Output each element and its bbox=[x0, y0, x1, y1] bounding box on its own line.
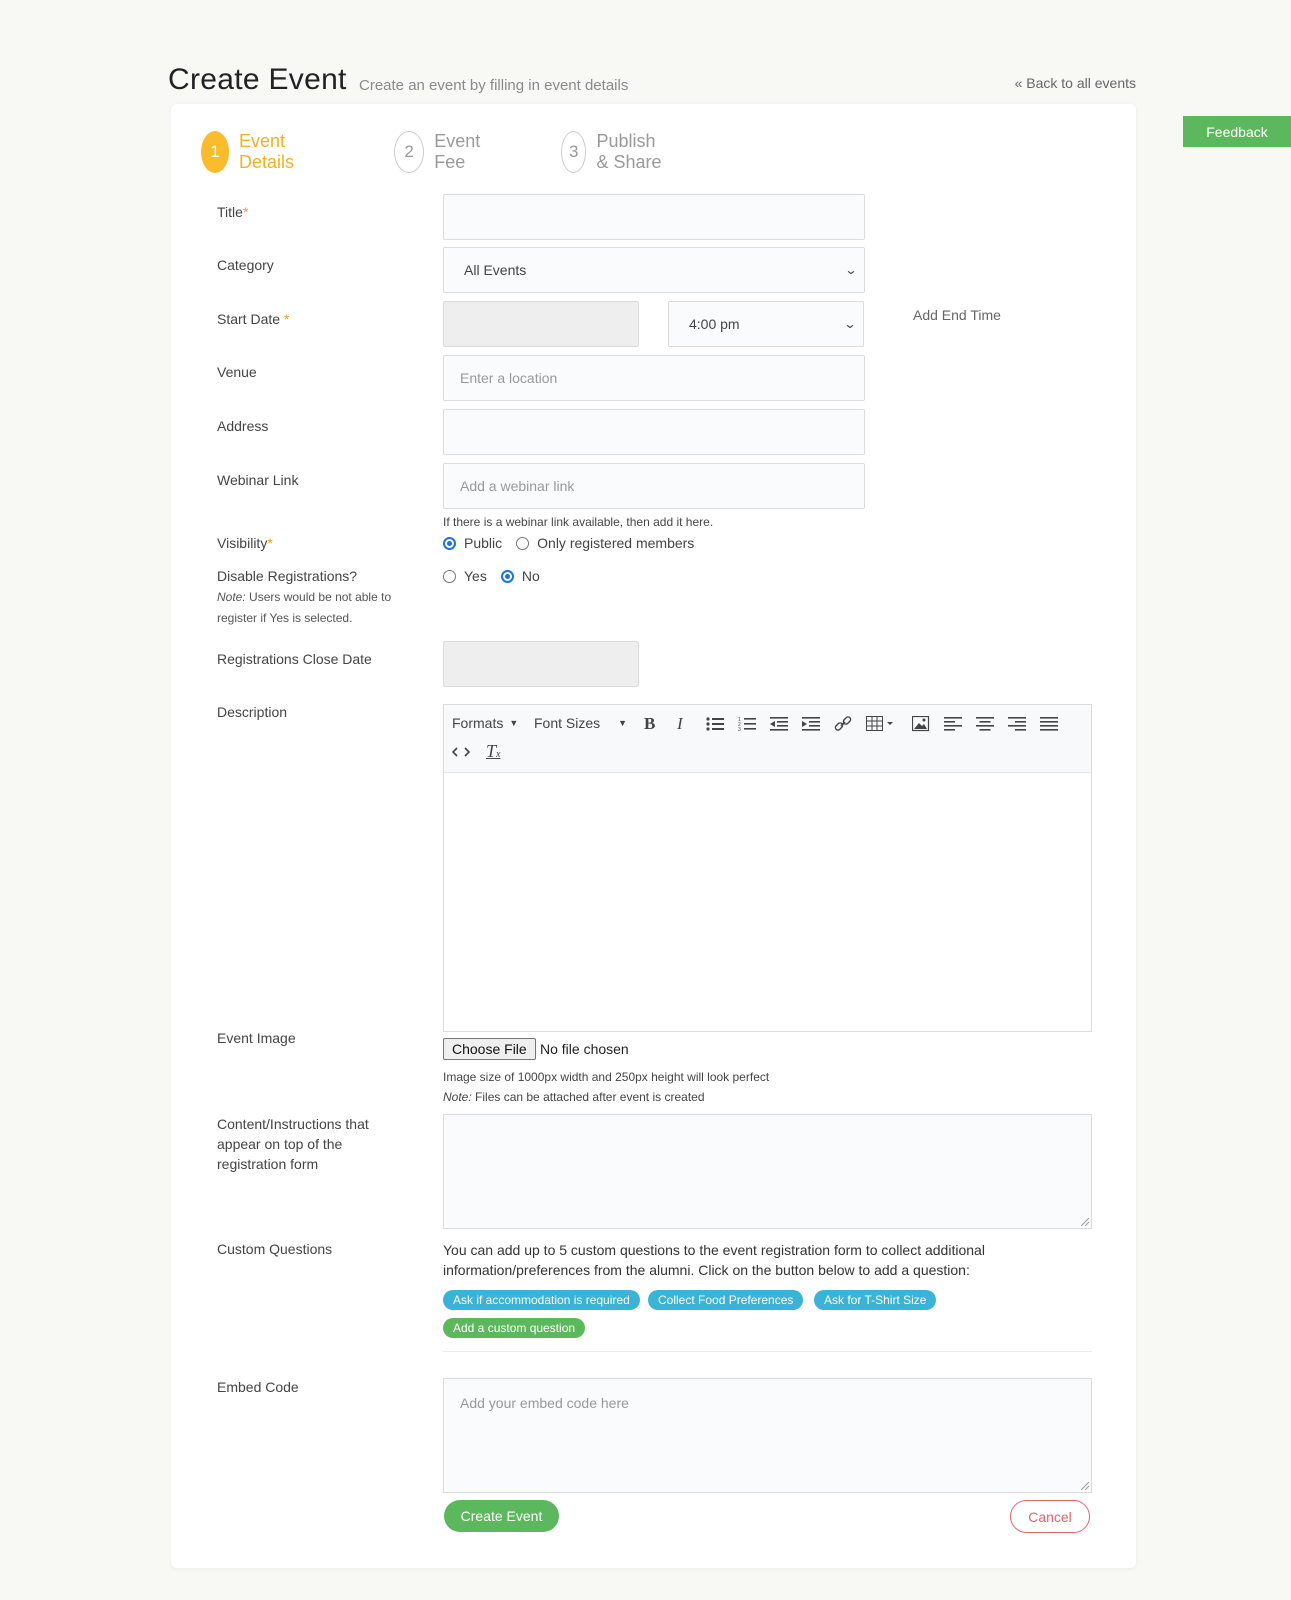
image-size-help: Image size of 1000px width and 250px hei… bbox=[443, 1070, 770, 1084]
webinar-input[interactable]: Add a webinar link bbox=[443, 463, 865, 509]
registrations-close-date-input[interactable] bbox=[443, 641, 639, 687]
align-right-icon[interactable] bbox=[1008, 716, 1026, 732]
justify-icon[interactable] bbox=[1040, 716, 1058, 732]
radio-icon[interactable] bbox=[443, 569, 456, 583]
source-code-icon[interactable] bbox=[452, 745, 470, 759]
visibility-public-option[interactable]: Public bbox=[443, 535, 502, 551]
category-value: All Events bbox=[464, 262, 527, 278]
disable-registrations-radio-group: Yes No bbox=[443, 568, 554, 584]
step-event-details[interactable]: 1 Event Details bbox=[201, 131, 308, 173]
resize-handle-icon[interactable] bbox=[1081, 1218, 1089, 1226]
event-form-card: 1 Event Details 2 Event Fee 3 Publish & … bbox=[171, 104, 1136, 1568]
resize-handle-icon[interactable] bbox=[1081, 1482, 1089, 1490]
choose-file-button[interactable]: Choose File bbox=[443, 1038, 536, 1060]
table-icon[interactable] bbox=[866, 716, 896, 732]
formats-dropdown[interactable]: Formats ▼ bbox=[452, 715, 518, 731]
bullet-list-icon[interactable] bbox=[706, 716, 724, 732]
page-title: Create Event bbox=[168, 63, 347, 96]
address-label: Address bbox=[217, 418, 269, 434]
embed-code-textarea[interactable]: Add your embed code here bbox=[443, 1378, 1092, 1493]
visibility-label: Visibility* bbox=[217, 535, 273, 551]
start-date-input[interactable] bbox=[443, 301, 639, 347]
venue-label: Venue bbox=[217, 364, 257, 380]
venue-input[interactable]: Enter a location bbox=[443, 355, 865, 401]
step-number: 3 bbox=[561, 131, 587, 173]
start-date-label: Start Date * bbox=[217, 311, 290, 327]
title-label: Title* bbox=[217, 204, 249, 220]
instructions-textarea[interactable] bbox=[443, 1114, 1092, 1229]
file-status-text: No file chosen bbox=[540, 1041, 629, 1057]
link-icon[interactable] bbox=[834, 715, 852, 733]
category-label: Category bbox=[217, 257, 274, 273]
custom-questions-text: You can add up to 5 custom questions to … bbox=[443, 1242, 985, 1278]
svg-text:3: 3 bbox=[738, 727, 741, 732]
description-editor[interactable]: Formats ▼ Font Sizes ▼ B I 123 Tx bbox=[443, 704, 1092, 1032]
step-label: Publish & Share bbox=[596, 131, 662, 172]
webinar-help-text: If there is a webinar link available, th… bbox=[443, 515, 714, 529]
italic-icon[interactable]: I bbox=[677, 714, 683, 734]
create-event-button[interactable]: Create Event bbox=[444, 1500, 559, 1532]
image-icon[interactable] bbox=[912, 716, 930, 732]
page-header: Create Event Create an event by filling … bbox=[168, 60, 1136, 100]
font-sizes-dropdown[interactable]: Font Sizes ▼ bbox=[534, 715, 627, 731]
add-end-time-link[interactable]: Add End Time bbox=[913, 307, 1001, 323]
clear-formatting-icon[interactable]: Tx bbox=[486, 741, 500, 762]
indent-icon[interactable] bbox=[802, 716, 820, 732]
chevron-down-icon: ⌄ bbox=[843, 317, 857, 331]
numbered-list-icon[interactable]: 123 bbox=[738, 716, 756, 732]
description-label: Description bbox=[217, 704, 288, 720]
step-label: Event Details bbox=[239, 131, 295, 172]
align-left-icon[interactable] bbox=[944, 716, 962, 732]
chip-add-custom-question[interactable]: Add a custom question bbox=[443, 1318, 586, 1338]
editor-content-area[interactable] bbox=[444, 773, 1091, 1031]
chip-tshirt-size[interactable]: Ask for T-Shirt Size bbox=[814, 1290, 937, 1310]
chip-accommodation[interactable]: Ask if accommodation is required bbox=[443, 1290, 640, 1310]
step-number: 2 bbox=[394, 131, 425, 173]
custom-questions-label: Custom Questions bbox=[217, 1241, 333, 1257]
image-note: Note: Files can be attached after event … bbox=[443, 1090, 705, 1104]
visibility-radio-group: Public Only registered members bbox=[443, 535, 708, 551]
disable-registrations-note: Note: Users would be not able to registe… bbox=[217, 590, 392, 625]
bold-icon[interactable]: B bbox=[644, 714, 655, 734]
embed-code-label: Embed Code bbox=[217, 1379, 299, 1395]
address-input[interactable] bbox=[443, 409, 865, 455]
step-publish-share[interactable]: 3 Publish & Share bbox=[561, 131, 672, 173]
title-input[interactable] bbox=[443, 194, 865, 240]
event-image-label: Event Image bbox=[217, 1030, 296, 1046]
visibility-members-option[interactable]: Only registered members bbox=[516, 535, 694, 551]
editor-toolbar: Formats ▼ Font Sizes ▼ B I 123 Tx bbox=[444, 705, 1091, 773]
chevron-down-icon: ⌄ bbox=[844, 263, 858, 277]
cancel-button[interactable]: Cancel bbox=[1010, 1500, 1090, 1533]
instructions-label: Content/Instructions that appear on top … bbox=[217, 1116, 369, 1172]
registrations-close-date-label: Registrations Close Date bbox=[217, 651, 372, 667]
disable-reg-no-option[interactable]: No bbox=[500, 568, 540, 584]
back-to-events-link[interactable]: « Back to all events bbox=[1015, 75, 1136, 91]
align-center-icon[interactable] bbox=[976, 716, 994, 732]
chip-food-preferences[interactable]: Collect Food Preferences bbox=[648, 1290, 804, 1310]
start-time-value: 4:00 pm bbox=[689, 316, 740, 332]
radio-icon[interactable] bbox=[500, 569, 514, 583]
step-number: 1 bbox=[201, 131, 230, 173]
feedback-button[interactable]: Feedback bbox=[1183, 116, 1291, 147]
disable-reg-yes-option[interactable]: Yes bbox=[443, 568, 487, 584]
outdent-icon[interactable] bbox=[770, 716, 788, 732]
divider bbox=[443, 1351, 1092, 1352]
disable-registrations-label: Disable Registrations? bbox=[217, 568, 358, 584]
page-subtitle: Create an event by filling in event deta… bbox=[359, 77, 629, 94]
step-event-fee[interactable]: 2 Event Fee bbox=[394, 131, 492, 173]
start-time-select[interactable]: 4:00 pm ⌄ bbox=[668, 301, 864, 347]
category-select[interactable]: All Events ⌄ bbox=[443, 247, 865, 293]
radio-icon[interactable] bbox=[443, 536, 456, 550]
radio-icon[interactable] bbox=[516, 536, 530, 550]
step-label: Event Fee bbox=[434, 131, 481, 172]
webinar-label: Webinar Link bbox=[217, 472, 299, 488]
